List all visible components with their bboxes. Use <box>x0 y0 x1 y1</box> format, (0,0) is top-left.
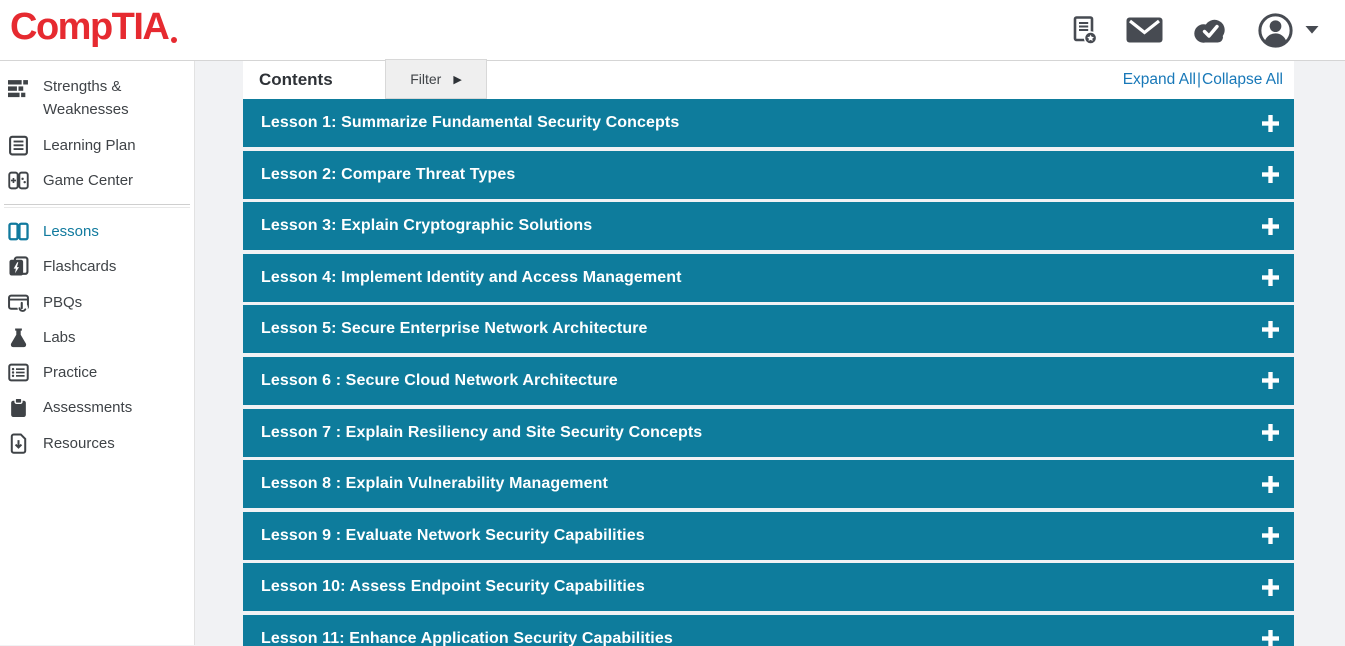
lesson-title: Lesson 2: Compare Threat Types <box>261 166 1262 184</box>
top-header: CompTIA <box>0 0 1345 61</box>
strengths-icon <box>8 78 29 99</box>
sidebar-item-label: Learning Plan <box>43 134 136 157</box>
expand-plus-icon[interactable] <box>1262 115 1279 132</box>
lesson-title: Lesson 1: Summarize Fundamental Security… <box>261 114 1262 132</box>
lesson-title: Lesson 9 : Evaluate Network Security Cap… <box>261 527 1262 545</box>
expand-plus-icon[interactable] <box>1262 372 1279 389</box>
sidebar-item-learning-plan[interactable]: Learning Plan <box>4 128 194 163</box>
lesson-title: Lesson 11: Enhance Application Security … <box>261 630 1262 646</box>
content-header: Contents Filter ▶ Expand All|Collapse Al… <box>243 61 1294 99</box>
sidebar-item-flashcards[interactable]: Flashcards <box>4 249 194 284</box>
sidebar-item-labs[interactable]: Labs <box>4 320 194 355</box>
lesson-accordion-row[interactable]: Lesson 2: Compare Threat Types <box>243 151 1294 199</box>
expand-plus-icon[interactable] <box>1262 218 1279 235</box>
resources-icon <box>8 433 29 454</box>
sidebar-item-label: Lessons <box>43 220 99 243</box>
sidebar-gutter <box>195 61 243 645</box>
page-title: Contents <box>259 70 333 90</box>
link-separator: | <box>1197 71 1201 88</box>
filter-button[interactable]: Filter ▶ <box>385 59 487 99</box>
lesson-accordion-row[interactable]: Lesson 4: Implement Identity and Access … <box>243 254 1294 302</box>
cloud-check-icon[interactable] <box>1190 16 1230 45</box>
lesson-accordion-row[interactable]: Lesson 5: Secure Enterprise Network Arch… <box>243 305 1294 353</box>
lesson-accordion-row[interactable]: Lesson 1: Summarize Fundamental Security… <box>243 99 1294 147</box>
sidebar-item-label: Assessments <box>43 396 132 419</box>
lesson-title: Lesson 3: Explain Cryptographic Solution… <box>261 217 1262 235</box>
sidebar-item-label: PBQs <box>43 291 82 314</box>
lesson-accordion-row[interactable]: Lesson 11: Enhance Application Security … <box>243 615 1294 646</box>
expand-collapse-links: Expand All|Collapse All <box>1123 71 1283 89</box>
lesson-title: Lesson 10: Assess Endpoint Security Capa… <box>261 578 1262 596</box>
flashcards-icon <box>8 256 29 277</box>
mail-icon[interactable] <box>1126 16 1163 44</box>
expand-plus-icon[interactable] <box>1262 476 1279 493</box>
sidebar-divider <box>4 204 190 208</box>
main-content: Contents Filter ▶ Expand All|Collapse Al… <box>243 61 1294 645</box>
lesson-title: Lesson 8 : Explain Vulnerability Managem… <box>261 475 1262 493</box>
account-icon[interactable] <box>1257 12 1294 49</box>
lesson-title: Lesson 6 : Secure Cloud Network Architec… <box>261 372 1262 390</box>
comptia-logo: CompTIA <box>10 8 178 46</box>
sidebar-item-pbqs[interactable]: PBQs <box>4 285 194 320</box>
pbqs-icon <box>8 292 29 313</box>
dropdown-caret-icon[interactable] <box>1305 26 1319 34</box>
expand-plus-icon[interactable] <box>1262 579 1279 596</box>
expand-plus-icon[interactable] <box>1262 166 1279 183</box>
page-body: Strengths & Weaknesses Learning Plan <box>0 61 1345 645</box>
lesson-accordion-row[interactable]: Lesson 6 : Secure Cloud Network Architec… <box>243 357 1294 405</box>
sidebar-item-label: Strengths & Weaknesses <box>43 75 190 122</box>
expand-plus-icon[interactable] <box>1262 321 1279 338</box>
lesson-title: Lesson 5: Secure Enterprise Network Arch… <box>261 320 1262 338</box>
sidebar: Strengths & Weaknesses Learning Plan <box>0 61 195 645</box>
lessons-accordion: Lesson 1: Summarize Fundamental Security… <box>243 99 1294 646</box>
sidebar-item-practice[interactable]: Practice <box>4 355 194 390</box>
sidebar-item-strengths-weaknesses[interactable]: Strengths & Weaknesses <box>4 69 194 128</box>
expand-plus-icon[interactable] <box>1262 630 1279 646</box>
sidebar-item-resources[interactable]: Resources <box>4 426 194 461</box>
logo-text: CompTIA <box>10 6 168 48</box>
expand-plus-icon[interactable] <box>1262 527 1279 544</box>
lesson-accordion-row[interactable]: Lesson 9 : Evaluate Network Security Cap… <box>243 512 1294 560</box>
sidebar-item-lessons[interactable]: Lessons <box>4 214 194 249</box>
filter-caret-icon: ▶ <box>453 73 461 86</box>
lesson-accordion-row[interactable]: Lesson 7 : Explain Resiliency and Site S… <box>243 409 1294 457</box>
sidebar-item-label: Labs <box>43 326 76 349</box>
lesson-title: Lesson 7 : Explain Resiliency and Site S… <box>261 424 1262 442</box>
sidebar-item-assessments[interactable]: Assessments <box>4 390 194 425</box>
lessons-icon <box>8 221 29 242</box>
sidebar-item-label: Resources <box>43 432 115 455</box>
lesson-title: Lesson 4: Implement Identity and Access … <box>261 269 1262 287</box>
lesson-accordion-row[interactable]: Lesson 10: Assess Endpoint Security Capa… <box>243 563 1294 611</box>
sidebar-item-game-center[interactable]: Game Center <box>4 163 194 198</box>
expand-plus-icon[interactable] <box>1262 424 1279 441</box>
filter-label: Filter <box>410 71 441 87</box>
expand-plus-icon[interactable] <box>1262 269 1279 286</box>
game-center-icon <box>8 170 29 191</box>
learning-plan-icon <box>8 135 29 156</box>
practice-icon <box>8 362 29 383</box>
registered-mark <box>171 37 177 43</box>
report-icon[interactable] <box>1071 15 1099 45</box>
lesson-accordion-row[interactable]: Lesson 8 : Explain Vulnerability Managem… <box>243 460 1294 508</box>
collapse-all-link[interactable]: Collapse All <box>1202 71 1283 88</box>
sidebar-item-label: Game Center <box>43 169 133 192</box>
sidebar-item-label: Flashcards <box>43 255 116 278</box>
lesson-accordion-row[interactable]: Lesson 3: Explain Cryptographic Solution… <box>243 202 1294 250</box>
assessments-icon <box>8 397 29 418</box>
expand-all-link[interactable]: Expand All <box>1123 71 1196 88</box>
labs-icon <box>8 327 29 348</box>
topbar-icon-group <box>1071 12 1319 49</box>
sidebar-item-label: Practice <box>43 361 97 384</box>
